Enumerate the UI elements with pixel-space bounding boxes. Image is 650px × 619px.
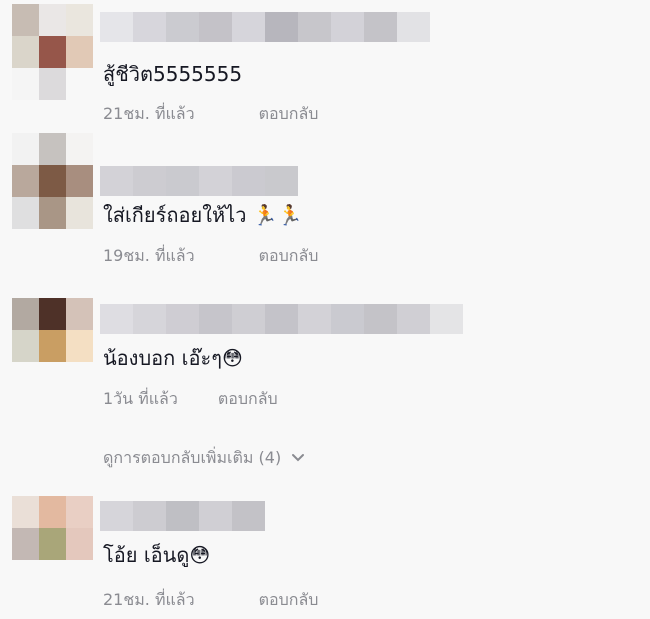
avatar-pixel	[12, 528, 39, 560]
username-pixel	[133, 304, 166, 334]
reply-button[interactable]: ตอบกลับ	[259, 103, 319, 125]
username-pixel	[100, 12, 133, 42]
avatar-pixel	[39, 496, 66, 528]
username-blurred[interactable]	[100, 166, 298, 196]
avatar-pixel	[12, 4, 39, 36]
reply-button[interactable]: ตอบกลับ	[218, 388, 278, 410]
username-pixel	[331, 12, 364, 42]
avatar-pixel	[66, 528, 93, 560]
username-pixel	[430, 304, 463, 334]
username-pixel	[232, 12, 265, 42]
avatar-pixel	[12, 298, 39, 330]
avatar-pixel	[39, 298, 66, 330]
avatar-pixel	[12, 330, 39, 362]
username-pixel	[100, 304, 133, 334]
username-pixel	[166, 166, 199, 196]
username-pixel	[265, 304, 298, 334]
avatar-pixel	[39, 4, 66, 36]
chevron-down-icon	[292, 454, 305, 462]
username-pixel	[166, 12, 199, 42]
avatar-pixel	[66, 496, 93, 528]
avatar-pixel	[66, 197, 93, 229]
avatar[interactable]	[12, 4, 93, 100]
username-pixel	[199, 12, 232, 42]
comment-text: สู้ชีวิต5555555	[103, 62, 243, 86]
username-pixel	[265, 166, 298, 196]
username-pixel	[331, 304, 364, 334]
avatar-pixel	[12, 560, 39, 592]
avatar-pixel	[39, 330, 66, 362]
avatar-pixel	[66, 330, 93, 362]
avatar-pixel	[39, 528, 66, 560]
username-blurred[interactable]	[100, 304, 463, 334]
avatar-pixel	[66, 133, 93, 165]
username-pixel	[298, 304, 331, 334]
comment-text: ใส่เกียร์ถอยให้ไว 🏃🏃	[103, 203, 303, 227]
username-pixel	[199, 166, 232, 196]
comment-meta: 21ชม. ที่แล้ว ตอบกลับ	[103, 589, 318, 611]
avatar-pixel	[12, 36, 39, 68]
comment-time: 21ชม. ที่แล้ว	[103, 590, 195, 609]
username-pixel	[133, 501, 166, 531]
comment-text: โอ้ย เอ็นดู😳	[103, 543, 211, 567]
avatar-pixel	[66, 298, 93, 330]
username-pixel	[397, 12, 430, 42]
reply-button[interactable]: ตอบกลับ	[259, 245, 319, 267]
comment-time: 1วัน ที่แล้ว	[103, 389, 178, 408]
comment-meta: 21ชม. ที่แล้ว ตอบกลับ	[103, 103, 318, 125]
avatar-pixel	[12, 68, 39, 100]
username-pixel	[133, 12, 166, 42]
view-more-replies-label: ดูการตอบกลับเพิ่มเติม (4)	[103, 448, 282, 467]
comment-meta: 19ชม. ที่แล้ว ตอบกลับ	[103, 245, 318, 267]
comment-time: 19ชม. ที่แล้ว	[103, 246, 195, 265]
username-pixel	[364, 304, 397, 334]
avatar-pixel	[39, 362, 66, 394]
username-pixel	[133, 166, 166, 196]
username-pixel	[364, 12, 397, 42]
username-pixel	[232, 501, 265, 531]
reply-button[interactable]: ตอบกลับ	[259, 589, 319, 611]
avatar-pixel	[66, 560, 93, 592]
username-blurred[interactable]	[100, 12, 430, 42]
username-pixel	[199, 501, 232, 531]
avatar-pixel	[39, 68, 66, 100]
view-more-replies-button[interactable]: ดูการตอบกลับเพิ่มเติม (4)	[103, 447, 305, 469]
avatar[interactable]	[12, 133, 93, 229]
avatar-pixel	[12, 496, 39, 528]
comment-meta: 1วัน ที่แล้ว ตอบกลับ	[103, 388, 278, 410]
comment-time: 21ชม. ที่แล้ว	[103, 104, 195, 123]
username-pixel	[397, 304, 430, 334]
avatar-pixel	[12, 197, 39, 229]
username-pixel	[100, 166, 133, 196]
avatar-pixel	[39, 133, 66, 165]
username-pixel	[232, 166, 265, 196]
username-pixel	[232, 304, 265, 334]
username-pixel	[199, 304, 232, 334]
avatar-pixel	[66, 362, 93, 394]
avatar-pixel	[39, 36, 66, 68]
avatar-pixel	[66, 165, 93, 197]
avatar[interactable]	[12, 298, 93, 394]
avatar-pixel	[66, 4, 93, 36]
username-blurred[interactable]	[100, 501, 265, 531]
avatar-pixel	[66, 68, 93, 100]
comment-text: น้องบอก เอ๊ะๆ😳	[103, 346, 243, 370]
username-pixel	[166, 304, 199, 334]
avatar-pixel	[12, 133, 39, 165]
username-pixel	[100, 501, 133, 531]
avatar[interactable]	[12, 496, 93, 592]
username-pixel	[166, 501, 199, 531]
avatar-pixel	[39, 560, 66, 592]
avatar-pixel	[12, 165, 39, 197]
avatar-pixel	[12, 362, 39, 394]
username-pixel	[265, 12, 298, 42]
avatar-pixel	[39, 165, 66, 197]
avatar-pixel	[66, 36, 93, 68]
username-pixel	[298, 12, 331, 42]
avatar-pixel	[39, 197, 66, 229]
